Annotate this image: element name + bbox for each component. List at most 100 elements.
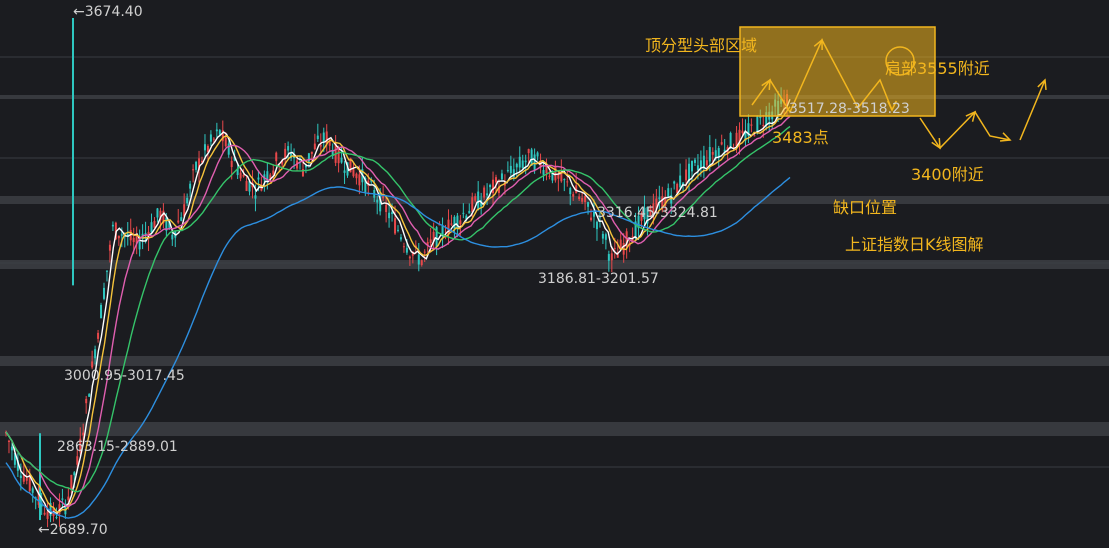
candle-body [714,150,717,158]
projected-path-arrow [1019,79,1046,141]
candle-body [31,488,34,493]
candle-body [150,222,153,233]
candle-body [313,143,316,150]
candle-body [593,211,595,217]
candle-body [495,177,497,183]
candle-body [500,173,503,180]
candle-body [471,197,474,212]
candle-body [257,177,260,180]
candle-body [691,160,693,172]
candle-body [224,137,227,147]
candle-body [319,144,322,147]
candle-body [607,254,610,261]
candle-body [239,172,242,179]
candle-body [524,160,527,163]
candle-body [610,253,613,261]
price-band [0,422,1109,436]
candle-body [103,287,105,299]
candle-body [352,169,355,177]
candle-body [554,166,557,181]
candle-body [581,198,584,202]
candle-body [682,182,685,185]
candle-body [82,432,85,436]
candle-body [489,184,492,188]
candle-body [25,478,28,481]
candle-body [693,159,696,163]
candle-body [572,194,575,197]
candle-body [753,135,756,137]
gap-annotation: 缺口位置 [833,198,898,217]
candle-body [483,187,486,198]
candle-body [22,475,25,482]
candle-body [189,183,192,189]
candle-body [138,241,141,250]
candle-body [215,129,218,132]
candle-body [227,143,230,155]
candle-body [587,202,590,207]
candle-body [569,188,572,195]
candle-body [153,221,156,228]
chart-title: 上证指数日K线图解 [845,235,984,254]
candle-body [180,217,183,221]
candle-body [343,170,346,173]
candle-body [61,498,64,500]
candle-body [203,144,206,151]
candle-body [275,152,278,162]
candle-body [111,224,114,227]
candle-body [527,149,530,154]
candle-body [322,132,325,142]
candle-body [212,138,215,140]
band-3316-label: 3316.45-3324.81 [597,205,718,221]
candle-body [94,349,97,359]
candle-body [7,440,10,443]
candle-body [566,181,569,183]
candle-body [230,160,233,168]
candle-body [399,237,402,240]
candle-body [542,170,545,175]
candle-body [10,446,13,451]
band-3000-label: 3000.95-3017.45 [64,368,185,384]
candle-body [405,247,408,253]
candle-body [711,151,714,155]
candle-body [337,148,340,164]
candle-body [679,175,682,188]
candle-body [97,332,100,339]
candle-body [310,151,313,154]
candle-body [100,304,103,319]
candle-body [408,256,411,259]
candle-body [358,174,361,186]
candle-body [73,472,76,476]
candle-body [117,235,120,239]
candle-body [468,210,471,214]
band-3517-label: 3517.28-3518.23 [789,101,910,117]
candle-body [397,229,399,231]
candle-body [518,156,521,168]
candle-body [521,160,524,168]
candle-body [708,147,711,162]
candle-body [578,196,581,200]
candle-body [720,142,723,145]
candle-body [429,239,432,244]
candle-body [533,154,536,171]
candle-body [563,179,566,181]
candle-body [105,270,108,272]
candle-body [741,130,744,134]
near-3400-annotation: 3400附近 [911,165,984,184]
candle-body [76,456,79,465]
candle-body [515,163,518,168]
candle-body [254,195,257,199]
candle-body [108,244,111,251]
candle-body [85,398,88,404]
candle-body [355,173,358,179]
price-band [0,95,1109,99]
candle-body [595,221,598,230]
candle-body [462,212,465,214]
candle-body [394,218,397,234]
candle-body [67,496,70,501]
candle-body [474,196,477,201]
candle-body [245,181,248,192]
candle-body [613,248,616,250]
band-3186-label: 3186.81-3201.57 [538,271,659,287]
candle-body [120,234,123,236]
top-zone-annotation: 顶分型头部区域 [645,36,758,55]
